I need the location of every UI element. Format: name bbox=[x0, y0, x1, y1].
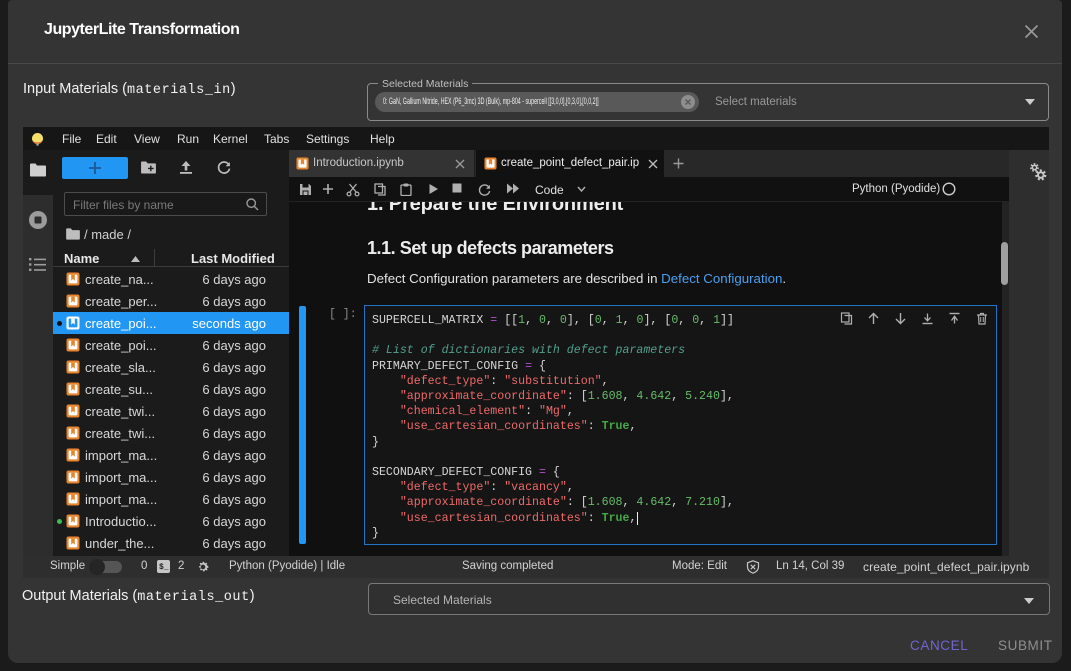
svg-text:$_: $_ bbox=[159, 563, 169, 572]
